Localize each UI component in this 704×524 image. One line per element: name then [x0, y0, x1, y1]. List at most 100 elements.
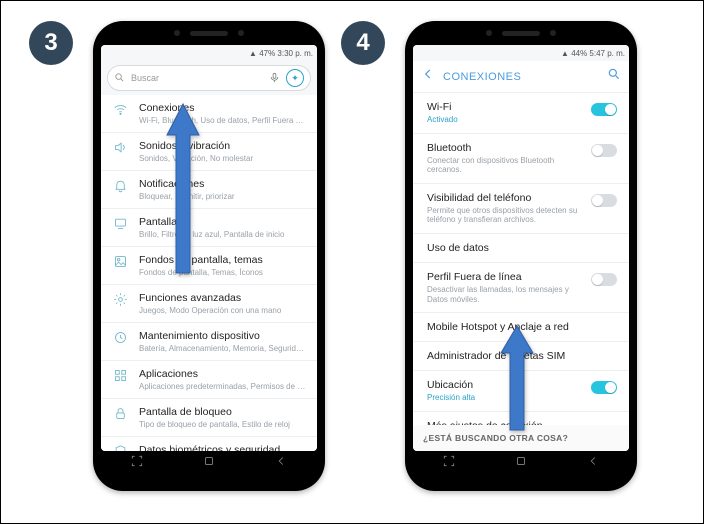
toggle-switch[interactable] — [591, 381, 617, 394]
row-title: Pantalla — [139, 216, 307, 228]
looking-for-something-else[interactable]: ¿ESTÁ BUSCANDO OTRA COSA? — [413, 425, 629, 451]
row-title: Pantalla de bloqueo — [139, 406, 307, 418]
row-title: Ubicación — [427, 379, 583, 391]
toggle-switch[interactable] — [591, 144, 617, 157]
home-button[interactable] — [202, 454, 216, 473]
phone-step-4: ▲ 44% 5:47 p. m. CONEXIONES Wi-Fi Activad… — [405, 21, 637, 491]
shield-icon — [111, 444, 129, 451]
phone-4-screen: ▲ 44% 5:47 p. m. CONEXIONES Wi-Fi Activad… — [413, 45, 629, 451]
row-title: Bluetooth — [427, 142, 583, 154]
connections-list: Wi-Fi Activado Bluetooth Conectar con dispo… — [413, 93, 629, 425]
wall-icon — [111, 254, 129, 277]
tutorial-stage: 3 4 ▲ 47% 3:30 p. m. Buscar ✦ Conexiones… — [0, 0, 704, 524]
header-search-icon[interactable] — [607, 67, 621, 86]
connections-row[interactable]: Más ajustes de conexión — [413, 412, 629, 425]
status-right: ▲ 47% 3:30 p. m. — [249, 49, 313, 58]
maint-icon — [111, 330, 129, 353]
toggle-switch[interactable] — [591, 103, 617, 116]
back-button[interactable] — [586, 454, 600, 473]
row-title: Perfil Fuera de línea — [427, 271, 583, 283]
phone-step-3: ▲ 47% 3:30 p. m. Buscar ✦ Conexiones Wi-F… — [93, 21, 325, 491]
settings-row-maint[interactable]: Mantenimiento dispositivo Batería, Almace… — [101, 323, 317, 361]
row-title: Visibilidad del teléfono — [427, 192, 583, 204]
row-title: Mantenimiento dispositivo — [139, 330, 307, 342]
row-subtitle: Desactivar las llamadas, los mensajes y … — [427, 285, 583, 304]
settings-row-shield[interactable]: Datos biométricos y seguridadReconocimie… — [101, 437, 317, 451]
step-3-number: 3 — [44, 29, 57, 57]
recents-button[interactable] — [442, 454, 456, 473]
settings-search[interactable]: Buscar ✦ — [107, 65, 311, 91]
phone-3-sensors — [93, 21, 325, 45]
phone-3-screen: ▲ 47% 3:30 p. m. Buscar ✦ Conexiones Wi-F… — [101, 45, 317, 451]
row-title: Fondos de pantalla, temas — [139, 254, 307, 266]
row-subtitle: Conectar con dispositivos Bluetooth cerc… — [427, 156, 583, 175]
status-right: ▲ 44% 5:47 p. m. — [561, 49, 625, 58]
settings-list: Conexiones Wi-Fi, Bluetooth, Uso de datos… — [101, 95, 317, 451]
settings-row-sound[interactable]: Sonidos y vibración Sonidos, Vibración, N… — [101, 133, 317, 171]
toggle-switch[interactable] — [591, 273, 617, 286]
assistant-icon[interactable]: ✦ — [286, 69, 304, 87]
settings-row-wall[interactable]: Fondos de pantalla, temas Fondos de panta… — [101, 247, 317, 285]
header-title: CONEXIONES — [443, 71, 521, 83]
row-title: Wi-Fi — [427, 101, 583, 113]
row-subtitle: Bloquear, permitir, priorizar — [139, 192, 307, 201]
back-button[interactable] — [274, 454, 288, 473]
settings-row-adv[interactable]: Funciones avanzadas Juegos, Modo Operació… — [101, 285, 317, 323]
row-subtitle: Precisión alta — [427, 393, 583, 403]
settings-row-lock[interactable]: Pantalla de bloqueo Tipo de bloqueo de pa… — [101, 399, 317, 437]
search-icon — [114, 72, 125, 85]
status-bar: ▲ 44% 5:47 p. m. — [413, 45, 629, 61]
row-subtitle: Batería, Almacenamiento, Memoria, Seguri… — [139, 344, 307, 353]
settings-row-bell[interactable]: Notificaciones Bloquear, permitir, priori… — [101, 171, 317, 209]
row-subtitle: Fondos de pantalla, Temas, Íconos — [139, 268, 307, 277]
connections-header: CONEXIONES — [413, 61, 629, 93]
row-title: Mobile Hotspot y Anclaje a red — [427, 321, 617, 333]
row-subtitle: Activado — [427, 115, 583, 125]
grid-icon — [111, 368, 129, 391]
row-subtitle: Tipo de bloqueo de pantalla, Estilo de r… — [139, 420, 307, 429]
row-title: Aplicaciones — [139, 368, 307, 380]
step-4-number: 4 — [356, 29, 369, 57]
connections-row[interactable]: Visibilidad del teléfono Permite que otro… — [413, 184, 629, 234]
connections-row[interactable]: Wi-Fi Activado — [413, 93, 629, 134]
back-icon[interactable] — [421, 67, 435, 86]
android-navbar — [413, 451, 629, 481]
row-title: Administrador de tarjetas SIM — [427, 350, 617, 362]
mic-icon[interactable] — [269, 72, 280, 85]
row-title: Datos biométricos y seguridad — [139, 444, 307, 451]
status-bar: ▲ 47% 3:30 p. m. — [101, 45, 317, 61]
settings-row-wifi[interactable]: Conexiones Wi-Fi, Bluetooth, Uso de datos… — [101, 95, 317, 133]
connections-row[interactable]: Bluetooth Conectar con dispositivos Bluet… — [413, 134, 629, 184]
wifi-icon — [111, 102, 129, 125]
settings-row-display[interactable]: Pantalla Brillo, Filtro de luz azul, Pant… — [101, 209, 317, 247]
row-title: Uso de datos — [427, 242, 617, 254]
row-title: Conexiones — [139, 102, 307, 114]
row-subtitle: Sonidos, Vibración, No molestar — [139, 154, 307, 163]
row-subtitle: Brillo, Filtro de luz azul, Pantalla de … — [139, 230, 307, 239]
adv-icon — [111, 292, 129, 315]
bell-icon — [111, 178, 129, 201]
connections-row[interactable]: Uso de datos — [413, 234, 629, 263]
android-navbar — [101, 451, 317, 481]
row-title: Notificaciones — [139, 178, 307, 190]
connections-row[interactable]: Ubicación Precisión alta — [413, 371, 629, 412]
step-3-badge: 3 — [29, 21, 73, 65]
home-button[interactable] — [514, 454, 528, 473]
row-subtitle: Permite que otros dispositivos detecten … — [427, 206, 583, 225]
recents-button[interactable] — [130, 454, 144, 473]
toggle-switch[interactable] — [591, 194, 617, 207]
step-4-badge: 4 — [341, 21, 385, 65]
connections-row[interactable]: Mobile Hotspot y Anclaje a red — [413, 313, 629, 342]
sound-icon — [111, 140, 129, 163]
row-subtitle: Aplicaciones predeterminadas, Permisos d… — [139, 382, 307, 391]
connections-row[interactable]: Perfil Fuera de línea Desactivar las llam… — [413, 263, 629, 313]
connections-row[interactable]: Administrador de tarjetas SIM — [413, 342, 629, 371]
phone-4-sensors — [405, 21, 637, 45]
search-placeholder: Buscar — [131, 73, 263, 83]
display-icon — [111, 216, 129, 239]
settings-row-grid[interactable]: Aplicaciones Aplicaciones predeterminadas… — [101, 361, 317, 399]
row-title: Sonidos y vibración — [139, 140, 307, 152]
row-subtitle: Wi-Fi, Bluetooth, Uso de datos, Perfil F… — [139, 116, 307, 125]
row-title: Funciones avanzadas — [139, 292, 307, 304]
row-subtitle: Juegos, Modo Operación con una mano — [139, 306, 307, 315]
